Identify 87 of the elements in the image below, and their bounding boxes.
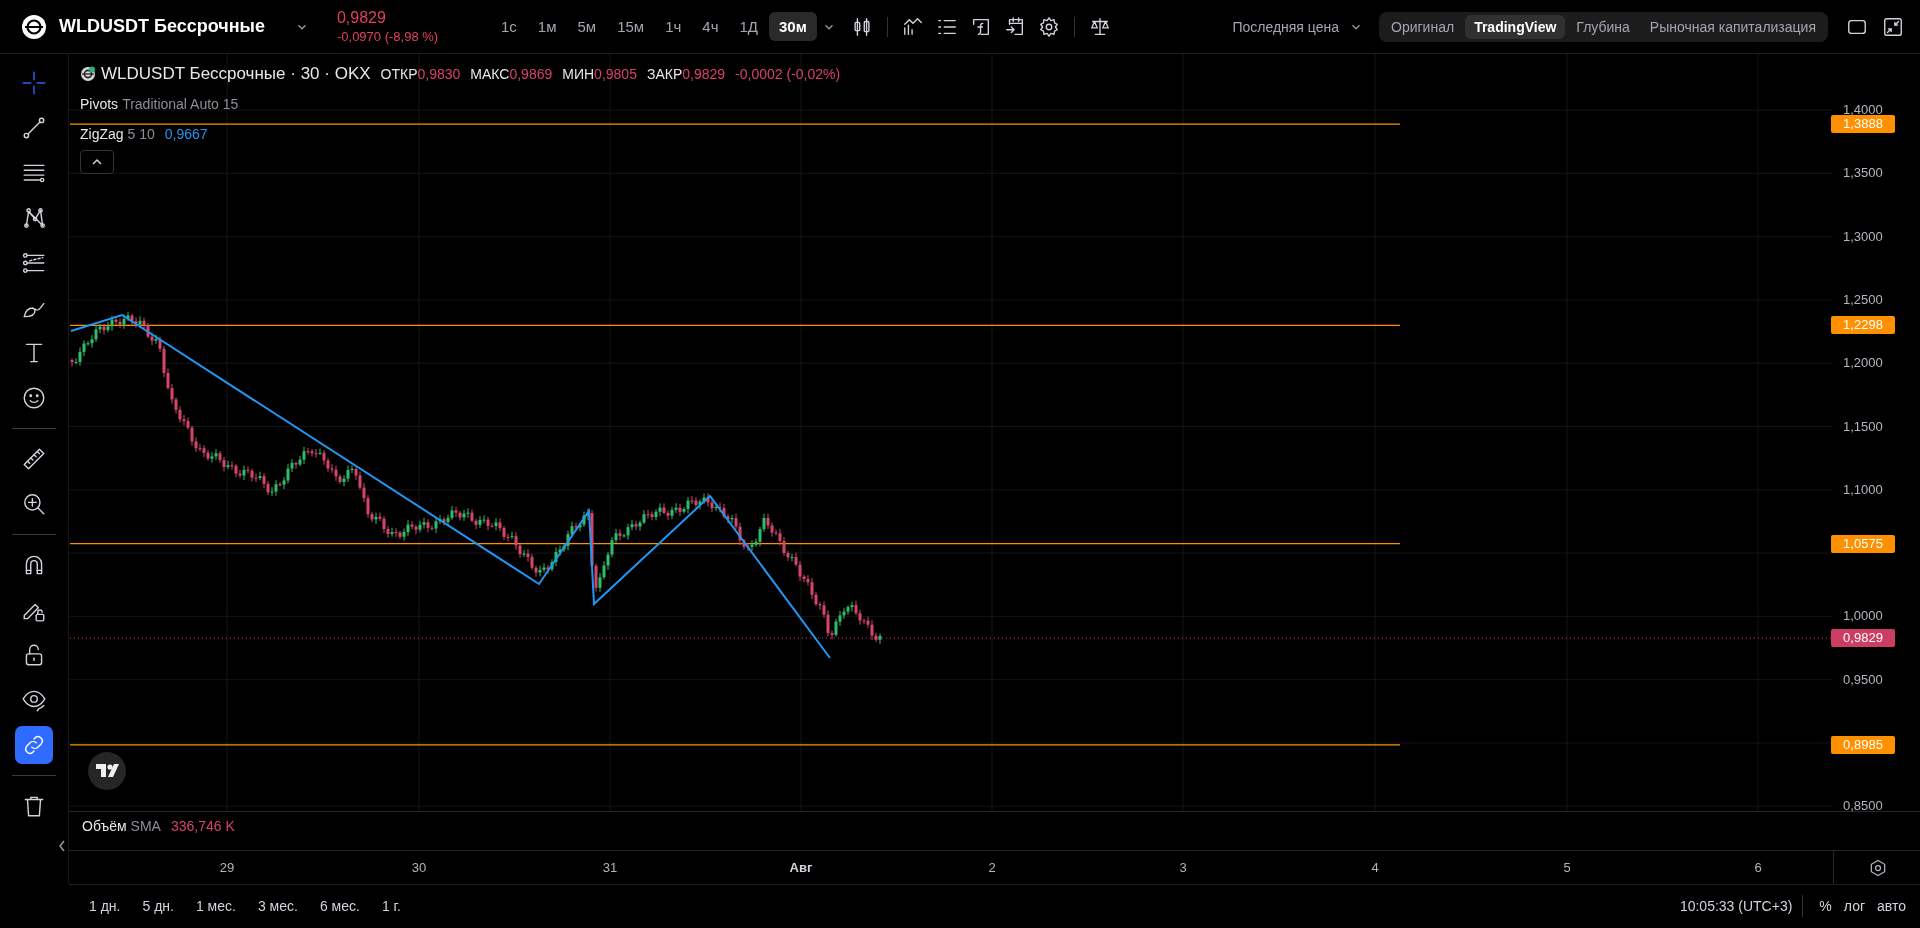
interval-tab[interactable]: 1Д [729,12,768,41]
range-button[interactable]: 1 дн. [84,893,126,919]
interval-tab[interactable]: 1м [527,12,567,41]
ruler-icon [21,446,47,472]
scale-option-button[interactable]: % [1813,893,1838,919]
range-button[interactable]: 1 г. [376,893,406,919]
price-source-dropdown[interactable]: Последняя цена [1232,12,1363,41]
price-tick: 0,9500 [1843,672,1883,687]
price-tick: 1,4000 [1843,103,1883,117]
coin-icon [80,66,96,82]
trend-line-icon [21,115,47,141]
pivot-price-badge: 1,0575 [1831,534,1895,553]
ohlc-value: 0,9830 [417,66,461,82]
link-toggle-button[interactable] [15,726,53,764]
ohlc-label: МИН [562,66,595,82]
ohlc-value: 0,9869 [509,66,553,82]
parallel-lines-icon [21,250,47,276]
interval-tab[interactable]: 15м [607,12,655,41]
price-change: -0,0970 (-8,98 %) [336,29,439,44]
zoom-in-icon [21,491,47,517]
indicator-params: Traditional Auto 15 [122,96,239,112]
chart-logo-icon[interactable] [88,752,126,790]
price-tick: 1,1000 [1843,482,1883,497]
price-tick: 0,8500 [1843,799,1883,814]
pivot-price-badge: 1,2298 [1831,316,1895,335]
indicator-name: Pivots [80,96,119,112]
interval-tab[interactable]: 4ч [692,12,729,41]
time-label: 3 [1179,860,1187,875]
logo-icon [22,14,46,39]
price-tick: 1,2000 [1843,356,1883,371]
indicator-name: ZigZag [80,126,124,142]
volume-params: SMA [130,818,161,834]
ohlc-label: МАКС [470,66,510,82]
time-label: 6 [1754,860,1762,875]
range-button[interactable]: 5 дн. [137,893,179,919]
ohlc-label: ОТКР [380,66,418,82]
bar-change: -0,0002 (-0,02%) [735,66,841,82]
price-tick: 1,2500 [1843,292,1883,307]
shrink-icon [1882,15,1904,38]
view-tab[interactable]: Оригинал [1382,14,1464,39]
last-price-badge: 0,9829 [1831,629,1895,648]
view-tab[interactable]: Рыночная капитализация [1640,14,1825,39]
scales-icon [1088,15,1111,38]
indicator-params: 5 10 [127,126,155,142]
price-tick: 1,0000 [1843,609,1883,624]
chevron-left-icon[interactable] [57,839,67,853]
volume-name: Объём [82,818,127,834]
symbol-name[interactable]: WLDUSDT Бессрочные [59,16,265,37]
interval-tab[interactable]: 1ч [655,12,692,41]
smiley-icon [21,385,47,411]
indicator-chart-icon [901,15,924,38]
interval-tab[interactable]: 5м [567,12,607,41]
ohlc-value: 0,9829 [682,66,726,82]
time-label: 4 [1371,860,1379,875]
time-label: 2 [988,860,996,875]
time-label: 29 [219,860,235,875]
calendar-arrow-icon [1003,15,1026,38]
crosshair-icon [21,70,47,96]
indicator-value: 0,9667 [164,126,208,142]
price-tick: 1,1500 [1843,419,1883,434]
ohlc-label: ЗАКР [646,66,683,82]
time-label: Авг [789,860,813,875]
price-tick: 1,3000 [1843,229,1883,244]
ohlc-value: 0,9805 [594,66,637,82]
time-label: 31 [602,860,618,875]
legend-collapse-button[interactable] [80,150,114,174]
pivot-price-badge: 0,8985 [1831,735,1895,754]
volume-value: 336,746 K [170,818,235,834]
view-tab[interactable]: TradingView [1465,14,1566,39]
last-price: 0,9829 [336,9,386,27]
range-button[interactable]: 3 мес. [252,893,303,919]
pattern-icon [21,205,47,231]
pivot-price-badge: 1,3888 [1831,115,1895,134]
time-label: 30 [411,860,427,875]
timezone-clock[interactable]: 10:05:33 (UTC+3) [1679,893,1793,919]
time-label: 5 [1563,860,1571,875]
chevron-up-icon [91,158,103,166]
settings-icon [1037,15,1060,38]
interval-tab[interactable]: 1с [490,12,527,41]
range-button[interactable]: 6 мес. [314,893,365,919]
view-tab[interactable]: Глубина [1567,14,1639,39]
scale-option-button[interactable]: лог [1837,893,1872,919]
interval-tab[interactable]: 30м [769,12,817,41]
scale-option-button[interactable]: авто [1871,893,1912,919]
price-tick: 1,3500 [1843,166,1883,181]
range-button[interactable]: 1 мес. [190,893,241,919]
chart-title: WLDUSDT Бессрочные · 30 · OKX [101,64,371,84]
